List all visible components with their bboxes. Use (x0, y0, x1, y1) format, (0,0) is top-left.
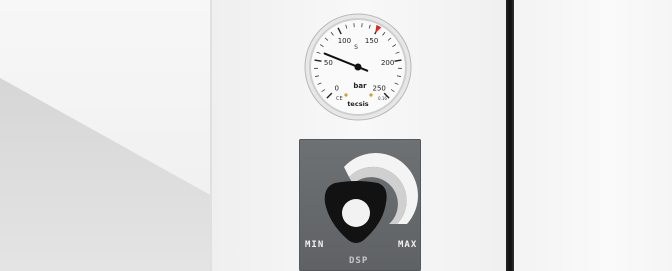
regulator-graphics (324, 153, 418, 243)
left-panel-shadow (0, 0, 212, 271)
gauge-unit: bar (353, 82, 367, 90)
pressure-gauge: 0 50 100 150 200 250 S bar tecsis 0.16 CE (304, 13, 412, 121)
machine-scene: 0 50 100 150 200 250 S bar tecsis 0.16 CE MIN… (0, 0, 672, 271)
needle-hub (354, 63, 362, 71)
gauge-brand-logo: tecsis (347, 100, 368, 108)
regulator-knob[interactable] (324, 181, 387, 243)
gauge-screw (344, 93, 348, 97)
gauge-class-text: 0.16 (378, 96, 387, 101)
gauge-scale-label: 0 (335, 85, 339, 93)
regulator-center-label: DSP (349, 256, 369, 266)
gauge-scale-label: 50 (324, 59, 333, 67)
right-panel (514, 0, 672, 271)
gauge-scale-label: 150 (365, 37, 378, 45)
dark-panel-seam (506, 0, 514, 271)
regulator-max-label: MAX (398, 240, 418, 250)
gauge-scale-label: 200 (381, 59, 394, 67)
regulator-min-label: MIN (305, 240, 325, 250)
gauge-fill-mark: S (354, 44, 358, 51)
gauge-scale-label: 100 (338, 37, 351, 45)
gauge-screw (369, 93, 373, 97)
ce-mark-icon: CE (336, 96, 343, 102)
gauge-scale-label: 250 (373, 85, 386, 93)
